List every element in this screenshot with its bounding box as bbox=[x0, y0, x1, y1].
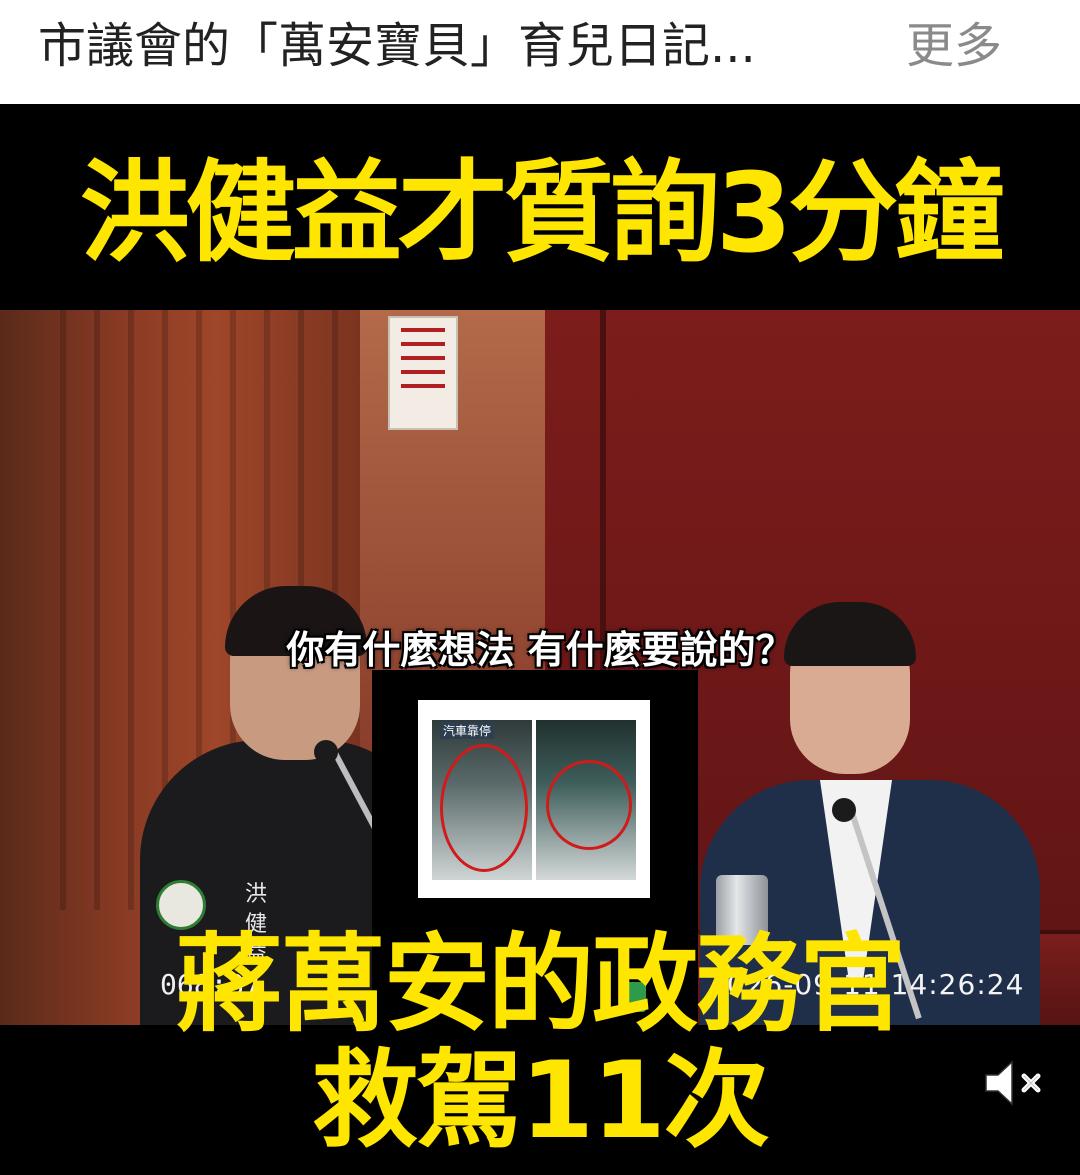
jacket-name-char: 洪 bbox=[244, 882, 267, 907]
evidence-label: 汽車靠停 bbox=[440, 722, 495, 739]
video-footage: 洪 健 益 汽車靠停 你有什麼想法 有什麼要說的？ 068:37 2026-09… bbox=[0, 310, 1080, 1025]
headline-bottom-line2: 救駕11次 bbox=[312, 1039, 770, 1162]
video-player[interactable]: 洪健益才質詢3分鐘 洪 健 益 汽車靠停 你有什麼想法 有什麼要說的？ 068:… bbox=[0, 104, 1080, 1175]
microphone-icon bbox=[832, 798, 856, 822]
post-caption-bar: 市議會的「萬安寶貝」育兒日記... 更多 bbox=[0, 0, 1080, 104]
highlight-circle bbox=[440, 744, 528, 872]
post-caption-text: 市議會的「萬安寶貝」育兒日記... bbox=[38, 18, 756, 74]
headline-bottom-line1: 蔣萬安的政務官 bbox=[176, 923, 906, 1046]
headline-bottom: 蔣萬安的政務官 救駕11次 bbox=[0, 927, 1080, 1159]
speaker-muted-icon bbox=[985, 1060, 1041, 1106]
highlight-circle bbox=[546, 760, 632, 850]
evidence-photos: 汽車靠停 bbox=[418, 700, 650, 898]
mute-button[interactable] bbox=[980, 1056, 1050, 1110]
headline-top: 洪健益才質詢3分鐘 bbox=[79, 149, 1005, 277]
video-subtitle: 你有什麼想法 有什麼要說的？ bbox=[286, 628, 794, 672]
more-link[interactable]: 更多 bbox=[906, 14, 1002, 78]
microphone-icon bbox=[314, 740, 338, 764]
wall-poster bbox=[388, 316, 458, 430]
post-view: 市議會的「萬安寶貝」育兒日記... 更多 洪健益才質詢3分鐘 洪 健 益 汽車靠… bbox=[0, 0, 1080, 1175]
